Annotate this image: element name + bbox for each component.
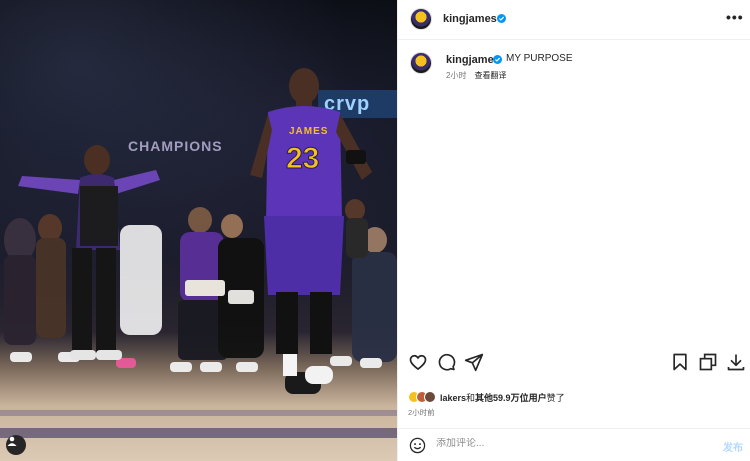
court-line (0, 428, 397, 438)
caption-text: MY PURPOSE (506, 53, 573, 64)
jersey-number: 23 (285, 142, 320, 176)
liker-avatar-3 (424, 391, 436, 403)
likes-suffix: 赞了 (546, 392, 565, 403)
likes-count[interactable]: 其他59.9万位用户 (475, 393, 547, 403)
jersey-name: JAMES (289, 126, 329, 137)
likes-text: lakers和其他59.9万位用户赞了 (440, 391, 565, 404)
heart-icon[interactable] (408, 352, 428, 372)
likes-and: 和 (466, 392, 476, 403)
author-avatar[interactable] (410, 8, 432, 30)
caption-meta: 2小时 查看翻译 (446, 70, 506, 81)
post-timestamp: 2小时前 (408, 408, 435, 417)
emoji-icon[interactable] (409, 437, 426, 454)
paper-plane-icon[interactable] (464, 352, 484, 372)
caption-author-avatar[interactable] (410, 52, 432, 74)
post-photo[interactable]: crvp CHAMPIONS JAMES 23 (0, 0, 397, 461)
post-comment-button[interactable]: 发布 (723, 439, 743, 454)
caption-time: 2小时 (446, 71, 467, 80)
caption-verified-badge-icon (493, 55, 502, 64)
caption-username[interactable]: kingjames (446, 54, 500, 66)
bookmark-icon[interactable] (670, 352, 690, 372)
copy-icon[interactable] (698, 352, 718, 372)
comment-input[interactable] (436, 438, 696, 449)
comment-bubble-icon[interactable] (436, 352, 456, 372)
basketball-scene (0, 68, 397, 416)
more-dots-icon[interactable]: ••• (726, 9, 744, 25)
action-bar (398, 346, 750, 386)
verified-badge-icon (497, 14, 506, 23)
instagram-post: crvp CHAMPIONS JAMES 23 kingjames ••• ki… (0, 0, 750, 461)
post-header: kingjames ••• (398, 0, 750, 40)
translate-link[interactable]: 查看翻译 (474, 71, 506, 80)
post-side-panel: kingjames ••• kingjames MY PURPOSE 2小时 查看… (397, 0, 750, 461)
author-username[interactable]: kingjames (443, 13, 497, 25)
likes-summary[interactable]: lakers和其他59.9万位用户赞了 (408, 390, 565, 404)
profile-icon[interactable] (6, 435, 26, 455)
first-liker[interactable]: lakers (440, 393, 466, 403)
comment-bar: 发布 (398, 428, 750, 461)
download-icon[interactable] (726, 352, 746, 372)
